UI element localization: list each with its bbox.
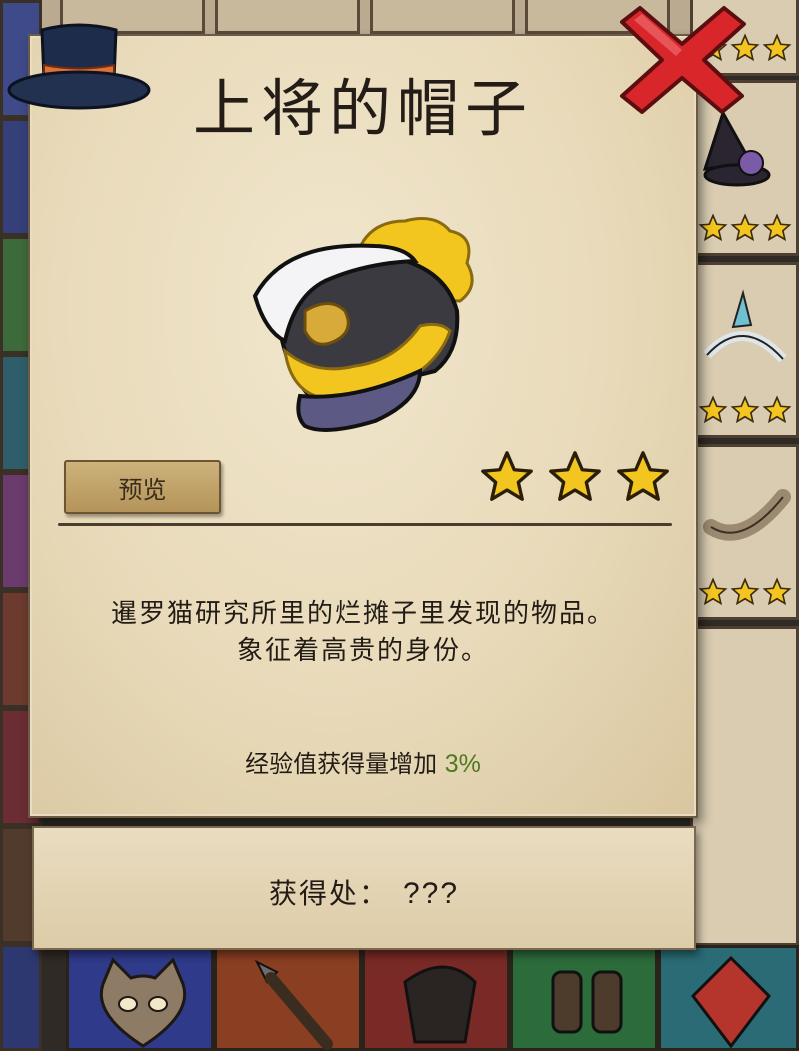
effect-label: 经验值获得量增加	[245, 750, 438, 778]
inventory-bottom-row	[66, 945, 799, 1051]
inventory-slot[interactable]	[215, 0, 360, 34]
item-description: 暹罗猫研究所里的烂摊子里发现的物品。 象征着高贵的身份。	[50, 596, 676, 670]
star-icon	[762, 213, 792, 242]
star-icon	[481, 451, 533, 501]
inventory-slot[interactable]	[370, 0, 515, 34]
inventory-slot[interactable]	[0, 944, 42, 1051]
source-label: 获得处：	[268, 877, 389, 910]
braid-icon	[703, 489, 791, 541]
description-line: 暹罗猫研究所里的烂摊子里发现的物品。	[110, 599, 615, 629]
star-icon	[698, 395, 728, 424]
star-icon	[762, 395, 792, 424]
inventory-slot[interactable]	[690, 262, 799, 438]
inventory-slot[interactable]	[658, 945, 799, 1051]
source-value: ???	[402, 877, 460, 910]
effect-value: 3%	[444, 750, 481, 778]
description-line: 象征着高贵的身份。	[236, 636, 489, 666]
slot-stars	[698, 395, 792, 425]
red-gem-icon	[691, 955, 771, 1049]
rarity-stars	[478, 448, 672, 506]
star-icon	[762, 577, 792, 606]
close-x-icon[interactable]	[612, 4, 750, 116]
inventory-slot[interactable]	[66, 945, 214, 1051]
cat-face-icon	[99, 957, 187, 1048]
star-icon	[730, 577, 760, 606]
divider	[58, 523, 672, 526]
star-icon	[549, 451, 601, 501]
witch-hat-icon	[703, 109, 771, 187]
source-row: 获得处：???	[34, 872, 694, 912]
inventory-slot[interactable]	[690, 444, 799, 620]
item-effect: 经验值获得量增加 3%	[30, 744, 696, 779]
item-detail-card: 上将的帽子 预览 暹罗猫研究所里的烂摊子里发现的物品。 象征着高贵的身份。 经验…	[28, 34, 698, 818]
star-icon	[730, 213, 760, 242]
star-icon	[698, 577, 728, 606]
slot-stars	[698, 213, 792, 243]
inventory-slot[interactable]	[510, 945, 658, 1051]
star-icon	[698, 213, 728, 242]
spear-icon	[254, 959, 333, 1050]
sack-icon	[403, 965, 477, 1044]
inventory-slot[interactable]	[214, 945, 362, 1051]
slot-stars	[698, 577, 792, 607]
preview-button[interactable]: 预览	[64, 460, 221, 514]
admiral-hat-icon	[252, 217, 474, 432]
horn-headband-icon	[703, 289, 787, 363]
star-icon	[762, 33, 792, 62]
inventory-slot[interactable]	[362, 945, 510, 1051]
star-icon	[730, 395, 760, 424]
source-panel: 获得处：???	[32, 826, 696, 950]
binoculars-icon	[551, 970, 623, 1034]
top-hat-icon	[7, 23, 151, 110]
inventory-slot[interactable]	[690, 626, 799, 946]
star-icon	[617, 451, 669, 501]
